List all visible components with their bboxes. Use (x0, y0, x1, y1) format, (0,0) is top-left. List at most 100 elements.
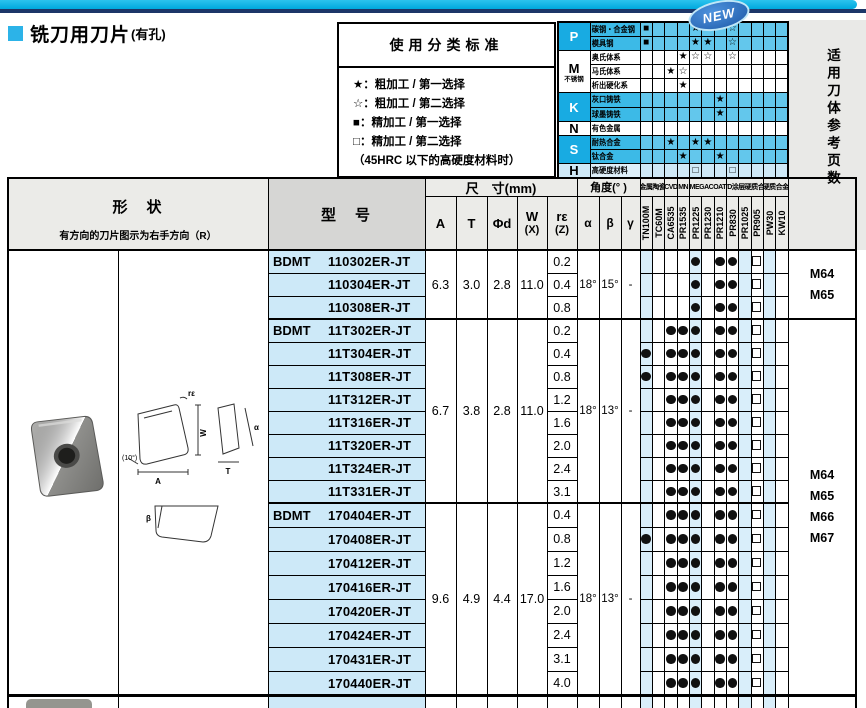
grade-mark-dot (666, 534, 676, 544)
grade-name: PW30 (764, 199, 776, 247)
grid-line (714, 22, 715, 178)
grid-line (268, 318, 856, 320)
grade-mark-square (752, 534, 762, 544)
grade-mark-dot (641, 349, 651, 359)
classification-mark-cell (702, 150, 714, 164)
tool-body-ref-pages: M64M65 (810, 264, 834, 306)
page-title: 铣刀用刀片 (30, 20, 130, 47)
grid-line (547, 671, 577, 672)
classification-mark-cell (652, 22, 664, 36)
classification-letter-cell: N (558, 121, 590, 135)
dimension-value: 3.8 (456, 319, 487, 503)
dim-col-symbol: rε (556, 209, 567, 224)
tool-body-ref-cell: M64M65 (788, 250, 856, 319)
grade-mark-dot (728, 349, 738, 359)
classification-mark-cell (665, 121, 677, 135)
grid-line (487, 196, 488, 708)
grade-mark-dot (715, 582, 725, 592)
dim-label-t: T (226, 467, 231, 476)
classification-mark-cell (640, 93, 652, 107)
grade-mark-square (752, 606, 762, 616)
insert-photo (16, 398, 116, 516)
grade-group-header: 硬质合金 (763, 178, 788, 196)
classification-mark-cell (751, 65, 763, 79)
model-prefix: BDMT (271, 503, 325, 527)
grid-line (714, 196, 715, 708)
grid-line (547, 296, 577, 297)
classification-mark-cell (665, 36, 677, 50)
grade-mark-dot (728, 257, 738, 267)
classification-mark-cell (665, 164, 677, 178)
grid-line (558, 121, 590, 122)
grid-line (268, 551, 425, 552)
title-bullet-icon (8, 26, 23, 41)
corner-radius-value: 0.2 (547, 319, 577, 342)
classification-mark-cell (751, 164, 763, 178)
grid-line (677, 178, 678, 708)
dim-col-header: W(X) (517, 196, 547, 250)
grade-mark-dot (728, 395, 738, 405)
classification-material-text: 析出硬化系 (590, 79, 635, 93)
classification-mark: ☆ (677, 65, 689, 79)
insert-drawing: A W T α β rε (10°) (122, 388, 264, 588)
grade-name: TC60M (653, 199, 665, 247)
classification-mark-cell (763, 22, 775, 36)
grid-line (855, 178, 857, 708)
grade-column-header: PR1535 (677, 196, 689, 250)
classification-mark-cell (751, 135, 763, 149)
grade-mark-dot (715, 326, 725, 336)
classification-material-label: 有色金属 (590, 121, 640, 135)
classification-material-label: 奥氏体系 (590, 50, 640, 64)
grid-line (547, 527, 577, 528)
classification-mark-cell (751, 22, 763, 36)
angle-col-header: β (599, 196, 621, 250)
grade-mark-dot (691, 630, 701, 640)
corner-radius-value: 0.2 (547, 250, 577, 273)
classification-mark-cell (726, 93, 738, 107)
classification-material-label: 马氏体系 (590, 65, 640, 79)
model-number: 11T324ER-JT (328, 457, 423, 480)
classification-mark-cell (763, 107, 775, 121)
classification-mark-cell (652, 121, 664, 135)
grade-mark-square (752, 558, 762, 568)
classification-mark-cell (665, 93, 677, 107)
grade-mark-dot (678, 678, 688, 688)
grid-line (557, 22, 559, 178)
grade-mark-dot (678, 654, 688, 664)
catalog-page: 铣刀用刀片 (有孔) NEW 使用分类标准 ★：粗加工 / 第一选择☆：粗加工 … (0, 0, 866, 708)
classification-mark-cell (763, 65, 775, 79)
grade-name: PR905 (751, 199, 763, 247)
tool-body-ref-cell: M64M65M66M67 (788, 319, 856, 695)
grid-line (621, 196, 622, 708)
grade-mark-square (752, 630, 762, 640)
classification-mark-cell (640, 164, 652, 178)
dim-label-w: W (199, 429, 208, 437)
classification-mark-cell (652, 107, 664, 121)
classification-mark-cell (714, 164, 726, 178)
dimension-value: 4.4 (487, 503, 517, 695)
grid-line (7, 177, 857, 179)
grade-mark-dot (666, 418, 676, 428)
corner-radius-value: 2.0 (547, 434, 577, 457)
dim-col-symbol: A (436, 216, 445, 231)
classification-mark-cell (652, 135, 664, 149)
grade-mark-square (752, 417, 762, 427)
classification-letter: K (569, 100, 578, 115)
grade-mark-dot (678, 606, 688, 616)
grade-column-header: TN100M (640, 196, 652, 250)
model-number: 170420ER-JT (328, 599, 423, 623)
grade-mark-dot (715, 487, 725, 497)
corner-radius-value: 1.2 (547, 551, 577, 575)
classification-mark-cell (677, 164, 689, 178)
corner-radius-value: 0.4 (547, 503, 577, 527)
grade-mark-square (752, 256, 762, 266)
classification-mark-cell (677, 107, 689, 121)
grade-mark-dot (728, 558, 738, 568)
corner-radius-value: 2.4 (547, 623, 577, 647)
grade-mark-dot (728, 582, 738, 592)
grid-line (268, 388, 425, 389)
grade-mark-square (752, 463, 762, 473)
shape-header-label: 形 状 (8, 192, 268, 220)
model-number: 170424ER-JT (328, 623, 423, 647)
grade-mark-dot (666, 510, 676, 520)
